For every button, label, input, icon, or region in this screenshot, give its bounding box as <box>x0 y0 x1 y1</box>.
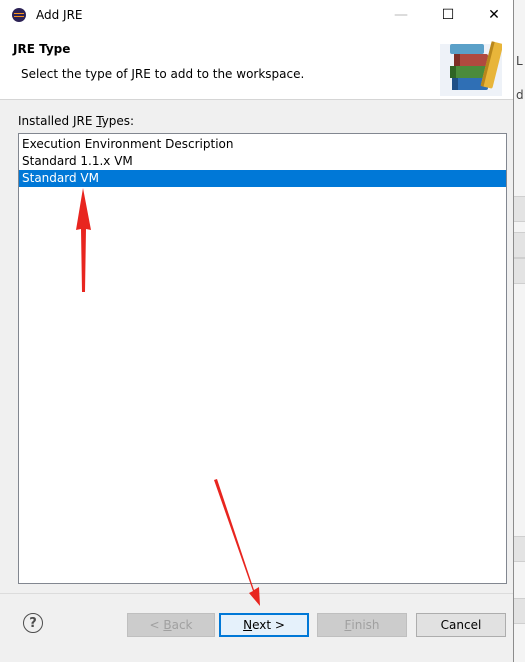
title-bar[interactable]: Add JRE — ☐ ✕ <box>0 0 513 30</box>
background-window: L d <box>514 0 525 662</box>
next-button[interactable]: Next > <box>219 613 309 637</box>
list-item-standard-vm[interactable]: Standard VM <box>19 170 506 187</box>
jre-types-list[interactable]: Execution Environment Description Standa… <box>18 133 507 584</box>
page-title: JRE Type <box>13 42 71 56</box>
installed-jre-types-label: Installed JRE Types: <box>18 114 135 128</box>
footer-divider <box>0 593 513 594</box>
finish-button[interactable]: Finish <box>317 613 407 637</box>
add-jre-dialog: Add JRE — ☐ ✕ JRE Type Select the type o… <box>0 0 514 662</box>
back-button[interactable]: < Back <box>127 613 215 637</box>
eclipse-icon <box>12 8 26 22</box>
wizard-header: JRE Type Select the type of JRE to add t… <box>0 30 513 100</box>
close-button[interactable]: ✕ <box>471 0 517 30</box>
jre-library-books-icon <box>440 41 502 96</box>
maximize-button[interactable]: ☐ <box>425 0 471 30</box>
cancel-button[interactable]: Cancel <box>416 613 506 637</box>
help-icon[interactable]: ? <box>23 613 43 633</box>
window-title: Add JRE <box>36 8 83 22</box>
minimize-button[interactable]: — <box>378 0 424 30</box>
page-description: Select the type of JRE to add to the wor… <box>21 67 305 81</box>
list-item-standard-1-1-x-vm[interactable]: Standard 1.1.x VM <box>19 153 506 170</box>
list-item-execution-environment[interactable]: Execution Environment Description <box>19 136 506 153</box>
